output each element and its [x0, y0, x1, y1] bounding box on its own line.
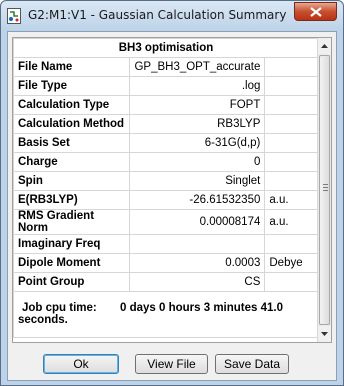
row-label: Basis Set	[13, 133, 131, 153]
title-bar[interactable]: G2:M1:V1 - Gaussian Calculation Summary	[1, 1, 343, 31]
row-label: Point Group	[13, 272, 131, 292]
row-unit	[264, 114, 319, 134]
row-unit	[264, 152, 319, 172]
summary-table-frame: BH3 optimisation File Name GP_BH3_OPT_acc…	[12, 37, 332, 343]
table-row: Dipole Moment 0.0003 Debye	[13, 253, 319, 273]
row-value: 6-31G(d,p)	[129, 133, 266, 153]
row-unit: a.u.	[264, 190, 319, 210]
window-title: G2:M1:V1 - Gaussian Calculation Summary	[28, 8, 287, 22]
scroll-down-button[interactable]	[318, 326, 331, 342]
row-value: CS	[129, 272, 266, 292]
row-value: 0.0003	[129, 253, 266, 273]
row-value: .log	[129, 76, 266, 96]
table-row: Charge 0	[13, 152, 319, 172]
table-row: Basis Set 6-31G(d,p)	[13, 133, 319, 153]
table-row: File Name GP_BH3_OPT_accurate	[13, 57, 319, 77]
row-label: Calculation Method	[13, 114, 131, 134]
table-row: Spin Singlet	[13, 171, 319, 191]
row-value: 0	[129, 152, 266, 172]
row-unit	[264, 133, 319, 153]
row-unit: Debye	[264, 253, 319, 273]
job-cpu-row: Job cpu time: 0 days 0 hours 3 minutes 41…	[13, 291, 319, 338]
row-unit	[264, 57, 319, 77]
table-row: File Type .log	[13, 76, 319, 96]
row-label: Imaginary Freq	[13, 234, 131, 254]
row-unit	[264, 95, 319, 115]
row-unit	[264, 234, 319, 254]
close-icon	[310, 7, 322, 17]
job-cpu-label: Job cpu time:	[22, 302, 97, 314]
row-unit	[264, 171, 319, 191]
table-row: RMS Gradient Norm 0.00008174 a.u.	[13, 209, 319, 235]
table-row: Calculation Method RB3LYP	[13, 114, 319, 134]
table-row: Point Group CS	[13, 272, 319, 292]
row-value: Singlet	[129, 171, 266, 191]
row-unit: a.u.	[264, 209, 319, 235]
row-unit	[264, 272, 319, 292]
row-unit	[264, 76, 319, 96]
row-label: File Type	[13, 76, 131, 96]
ok-button[interactable]: Ok	[43, 354, 119, 374]
row-value: -26.61532350	[129, 190, 266, 210]
summary-table: BH3 optimisation File Name GP_BH3_OPT_acc…	[13, 38, 319, 338]
row-value: GP_BH3_OPT_accurate	[129, 57, 266, 77]
table-row: Imaginary Freq	[13, 234, 319, 254]
gaussview-app-icon[interactable]	[7, 8, 21, 24]
row-value: FOPT	[129, 95, 266, 115]
grip-line	[323, 187, 328, 188]
dialog-body: BH3 optimisation File Name GP_BH3_OPT_acc…	[7, 31, 337, 381]
grip-line	[323, 184, 328, 185]
row-label: Calculation Type	[13, 95, 131, 115]
summary-window: G2:M1:V1 - Gaussian Calculation Summary …	[0, 0, 344, 386]
table-header: BH3 optimisation	[13, 38, 319, 58]
scroll-down-arrow-icon	[321, 332, 328, 336]
grip-line	[323, 190, 328, 191]
close-button[interactable]	[294, 2, 337, 21]
row-value	[129, 234, 266, 254]
table-row: Calculation Type FOPT	[13, 95, 319, 115]
scroll-up-arrow-icon	[321, 44, 328, 48]
scroll-up-button[interactable]	[318, 38, 331, 54]
scroll-thumb[interactable]	[319, 55, 330, 325]
row-label: Spin	[13, 171, 131, 191]
row-value: 0.00008174	[129, 209, 266, 235]
save-data-button[interactable]: Save Data	[215, 354, 289, 374]
vertical-scrollbar[interactable]	[317, 38, 331, 342]
row-label: Dipole Moment	[13, 253, 131, 273]
row-label: RMS Gradient Norm	[13, 209, 131, 235]
view-file-button[interactable]: View File	[135, 354, 208, 374]
table-row: E(RB3LYP) -26.61532350 a.u.	[13, 190, 319, 210]
row-label: File Name	[13, 57, 131, 77]
row-label: Charge	[13, 152, 131, 172]
row-label: E(RB3LYP)	[13, 190, 131, 210]
row-value: RB3LYP	[129, 114, 266, 134]
